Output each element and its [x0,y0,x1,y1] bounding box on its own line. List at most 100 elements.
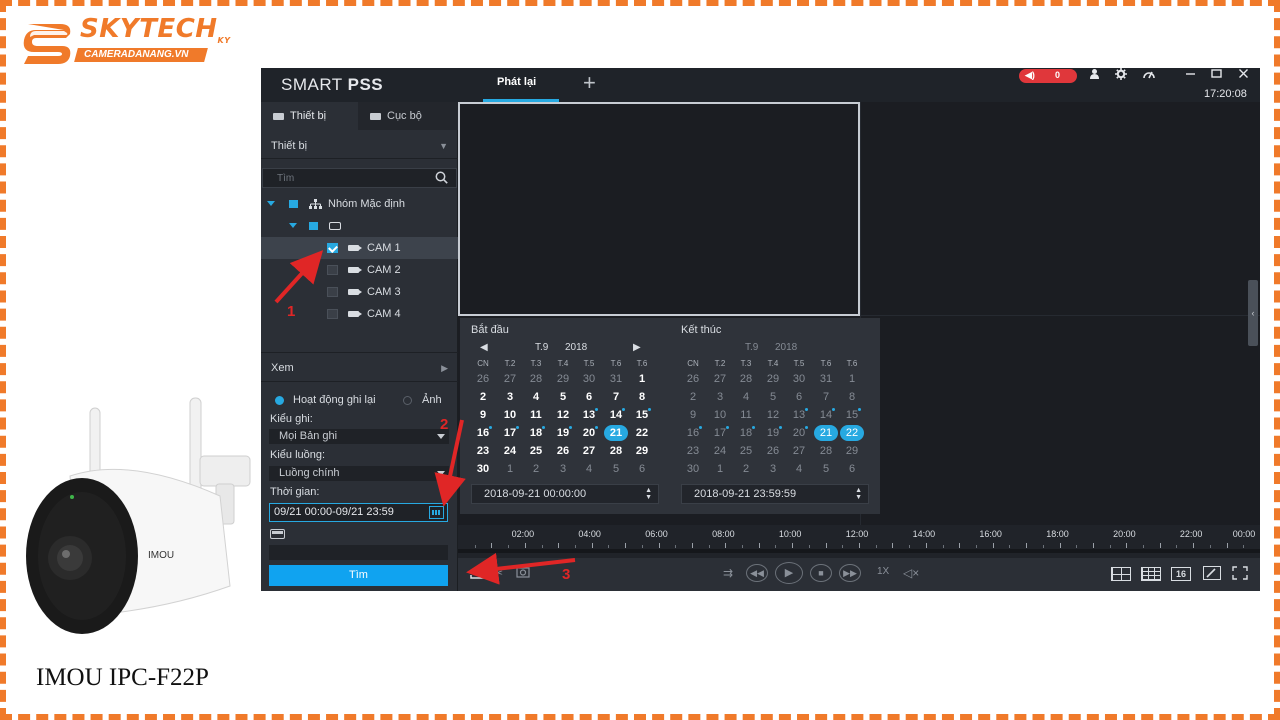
calendar-day[interactable]: 20 [577,425,601,441]
layout-4-icon[interactable] [1111,567,1131,581]
expand-icon[interactable] [289,223,297,228]
calendar-day[interactable]: 28 [814,443,838,459]
calendar-day[interactable]: 21 [604,425,628,441]
calendar-day[interactable]: 5 [604,461,628,477]
play-icon[interactable]: ▶ [775,562,803,584]
calendar-day[interactable]: 12 [551,407,575,423]
calendar-day[interactable]: 31 [814,371,838,387]
fullscreen-icon[interactable] [1232,566,1248,583]
calendar-day[interactable]: 27 [787,443,811,459]
calendar-day[interactable]: 5 [761,389,785,405]
calendar-day[interactable]: 10 [498,407,522,423]
calendar-day[interactable]: 24 [708,443,732,459]
calendar-day[interactable]: 17 [498,425,522,441]
alarm-badge[interactable]: ◀) 0 [1019,69,1077,83]
calendar-day[interactable]: 18 [524,425,548,441]
calendar-day[interactable]: 28 [604,443,628,459]
record-type-select[interactable]: Mọi Bản ghi [269,429,449,444]
calendar-day[interactable]: 31 [604,371,628,387]
tree-camera-3[interactable]: CAM 3 [261,281,458,303]
calendar-day[interactable]: 6 [840,461,864,477]
calendar-icon[interactable] [429,506,444,519]
calendar-day[interactable]: 29 [630,443,654,459]
calendar-day[interactable]: 16 [681,425,705,441]
calendar-day[interactable]: 11 [524,407,548,423]
calendar-day[interactable]: 6 [787,389,811,405]
layout-16-icon[interactable]: 16 [1171,567,1191,581]
minimize-icon[interactable] [1185,68,1196,82]
device-section-header[interactable]: Thiết bị ▼ [261,133,458,159]
calendar-day[interactable]: 28 [524,371,548,387]
calendar-day[interactable]: 9 [681,407,705,423]
cam3-checkbox[interactable] [327,287,338,297]
calendar-day[interactable]: 29 [840,443,864,459]
scissors-icon[interactable]: ✂ [493,566,503,580]
panel-collapse-handle[interactable]: ‹ [1248,280,1258,346]
calendar-day[interactable]: 21 [814,425,838,441]
calendar-day[interactable]: 2 [681,389,705,405]
calendar-day[interactable]: 30 [577,371,601,387]
sync-icon[interactable]: ⇉ [723,566,733,580]
calendar-day[interactable]: 3 [708,389,732,405]
calendar-day[interactable]: 6 [577,389,601,405]
calendar-day[interactable]: 19 [551,425,575,441]
video-window-2[interactable] [861,102,1260,315]
tree-device-node[interactable] [261,215,458,237]
calendar-day[interactable]: 18 [734,425,758,441]
tab-devices[interactable]: Thiết bị [261,102,358,130]
calendar-day[interactable]: 7 [814,389,838,405]
calendar-day[interactable]: 27 [498,371,522,387]
calendar-day[interactable]: 30 [787,371,811,387]
calendar-day[interactable]: 1 [498,461,522,477]
user-icon[interactable] [1089,68,1100,82]
calendar-day[interactable]: 22 [630,425,654,441]
prev-month-icon[interactable]: ◀ [480,342,488,353]
maximize-icon[interactable] [1211,68,1222,82]
tree-camera-1[interactable]: CAM 1 [261,237,458,259]
calendar-day[interactable]: 17 [708,425,732,441]
video-window-4[interactable] [861,316,1260,525]
calendar-day[interactable]: 22 [840,425,864,441]
edit-icon[interactable] [1203,566,1221,583]
spinner-icon[interactable]: ▲ ▼ [855,487,862,501]
performance-icon[interactable] [1143,68,1155,82]
timeline-track[interactable] [458,549,1260,553]
calendar-day[interactable]: 19 [761,425,785,441]
layout-9-icon[interactable] [1141,567,1161,581]
calendar-day[interactable]: 26 [471,371,495,387]
tree-group-default[interactable]: Nhóm Mặc định [261,193,458,215]
calendar-day[interactable]: 8 [630,389,654,405]
calendar-day[interactable]: 26 [681,371,705,387]
calendar-day[interactable]: 2 [524,461,548,477]
calendar-day[interactable]: 9 [471,407,495,423]
expand-icon[interactable] [267,201,275,206]
radio-recordings[interactable] [275,396,284,405]
calendar-day[interactable]: 23 [471,443,495,459]
snapshot-icon[interactable] [516,566,530,581]
calendar-day[interactable]: 1 [630,371,654,387]
time-range-input[interactable]: 09/21 00:00-09/21 23:59 [269,503,448,522]
radio-images[interactable] [403,396,412,405]
calendar-day[interactable]: 26 [551,443,575,459]
calendar-day[interactable]: 4 [577,461,601,477]
rewind-icon[interactable]: ◀◀ [746,564,768,582]
calendar-day[interactable]: 25 [524,443,548,459]
calendar-day[interactable]: 6 [630,461,654,477]
video-window-1[interactable] [458,102,860,316]
calendar-day[interactable]: 13 [787,407,811,423]
search-icon[interactable] [435,171,448,184]
calendar-day[interactable]: 4 [734,389,758,405]
download-icon[interactable] [470,566,484,582]
calendar-day[interactable]: 7 [604,389,628,405]
cam2-checkbox[interactable] [327,265,338,275]
device-checkbox[interactable] [309,222,318,230]
calendar-day[interactable]: 11 [734,407,758,423]
calendar-day[interactable]: 3 [551,461,575,477]
calendar-day[interactable]: 29 [551,371,575,387]
search-input[interactable] [263,169,428,187]
calendar-day[interactable]: 26 [761,443,785,459]
calendar-day[interactable]: 3 [761,461,785,477]
group-checkbox[interactable] [289,200,298,208]
calendar-day[interactable]: 15 [630,407,654,423]
playback-timeline[interactable]: 02:00 04:00 06:00 08:00 10:00 12:00 14:00 16:00… [458,525,1260,558]
